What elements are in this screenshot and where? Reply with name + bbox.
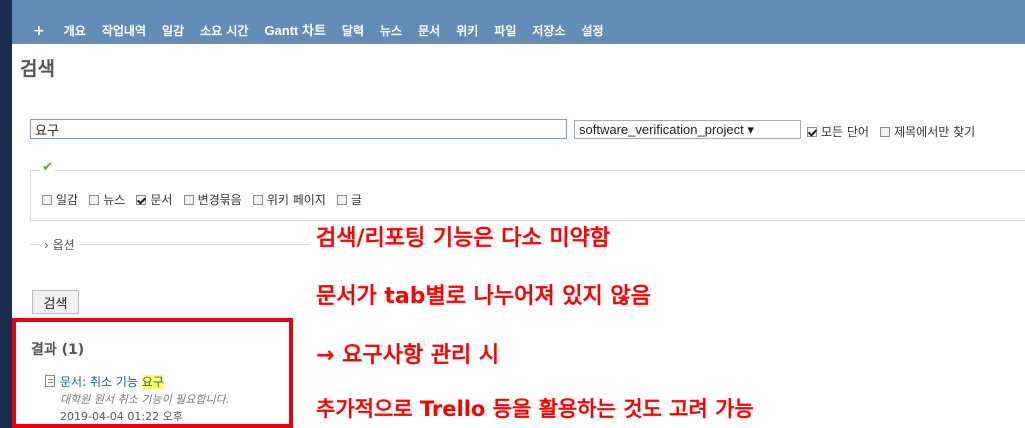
titles-only-label: 제목에서만 찾기 (894, 125, 976, 139)
tab-issues[interactable]: 일감 (155, 22, 191, 44)
tab-settings[interactable]: 설정 (575, 22, 611, 44)
scope-fieldset-left (30, 170, 32, 220)
page-title: 검색 (20, 58, 55, 80)
result-link-text[interactable]: 문서: 취소 기능 (60, 375, 142, 389)
scope-documents-label: 문서 (150, 193, 173, 207)
scope-changesets-checkbox[interactable] (183, 194, 194, 205)
titles-only-checkbox[interactable] (880, 126, 891, 137)
result-link[interactable]: 문서: 취소 기능 요구 (60, 373, 229, 390)
scope-changesets-label: 변경묶음 (197, 193, 242, 207)
scope-news-checkbox[interactable] (89, 194, 100, 205)
annotation-line-3: → 요구사항 관리 시 (316, 343, 500, 368)
result-timestamp: 2019-04-04 01:22 오후 (60, 410, 183, 423)
tab-activity[interactable]: 작업내역 (95, 22, 153, 44)
result-item: 문서: 취소 기능 요구 대학원 원서 취소 기능이 필요합니다. 2019-0… (45, 373, 230, 424)
tab-calendar[interactable]: 달력 (335, 22, 371, 44)
result-description: 대학원 원서 취소 기능이 필요합니다. (60, 393, 230, 406)
tab-overview[interactable]: 개요 (57, 22, 93, 44)
scope-messages-checkbox[interactable] (336, 194, 347, 205)
results-title: 결과 (1) (31, 342, 85, 358)
scope-issues-checkbox[interactable] (42, 194, 52, 205)
tab-news[interactable]: 뉴스 (373, 22, 409, 44)
tab-files[interactable]: 파일 (487, 22, 523, 44)
annotation-line-2: 문서가 tab별로 나누어져 있지 않음 (316, 284, 651, 309)
result-highlight[interactable]: 요구 (141, 375, 164, 389)
tab-documents[interactable]: 문서 (411, 22, 447, 44)
project-select[interactable]: software_verification_project ▾ (574, 120, 801, 139)
tab-time-entries[interactable]: 소요 시간 (193, 22, 255, 44)
search-input[interactable] (30, 119, 567, 139)
tab-wiki[interactable]: 위키 (449, 22, 485, 44)
scope-messages-label: 글 (350, 193, 362, 207)
scope-documents-checkbox[interactable] (136, 194, 147, 205)
project-menu: + 개요 작업내역 일감 소요 시간 Gantt 차트 달력 뉴스 문서 위키 … (12, 0, 1025, 44)
all-words-checkbox[interactable] (807, 126, 817, 137)
scope-news-label: 뉴스 (103, 193, 126, 207)
search-submit-button[interactable]: 검색 (32, 290, 79, 314)
annotation-line-4: 추가적으로 Trello 등을 활용하는 것도 고려 가능 (316, 397, 754, 421)
scope-checkboxes: 일감 뉴스 문서 변경묶음 위키 페이지 글 (42, 189, 368, 208)
toggle-all-check-icon[interactable]: ✔ (40, 160, 55, 175)
tab-repository[interactable]: 저장소 (525, 22, 572, 44)
app-window: + 개요 작업내역 일감 소요 시간 Gantt 차트 달력 뉴스 문서 위키 … (12, 0, 1025, 428)
all-words-label: 모든 단어 (821, 125, 869, 139)
annotation-line-1: 검색/리포팅 기능은 다소 미약함 (316, 226, 611, 251)
document-icon (45, 375, 55, 387)
options-toggle[interactable]: › 옵션 (40, 236, 79, 253)
tab-new[interactable]: + (26, 22, 55, 44)
tab-gantt[interactable]: Gantt 차트 (257, 22, 332, 44)
scope-issues-label: 일감 (56, 193, 79, 207)
search-mode-options: 모든 단어 제목에서만 찾기 (807, 121, 981, 140)
scope-wiki-checkbox[interactable] (252, 194, 263, 205)
scope-wiki-label: 위키 페이지 (266, 193, 326, 207)
scope-fieldset-top (30, 170, 1025, 171)
